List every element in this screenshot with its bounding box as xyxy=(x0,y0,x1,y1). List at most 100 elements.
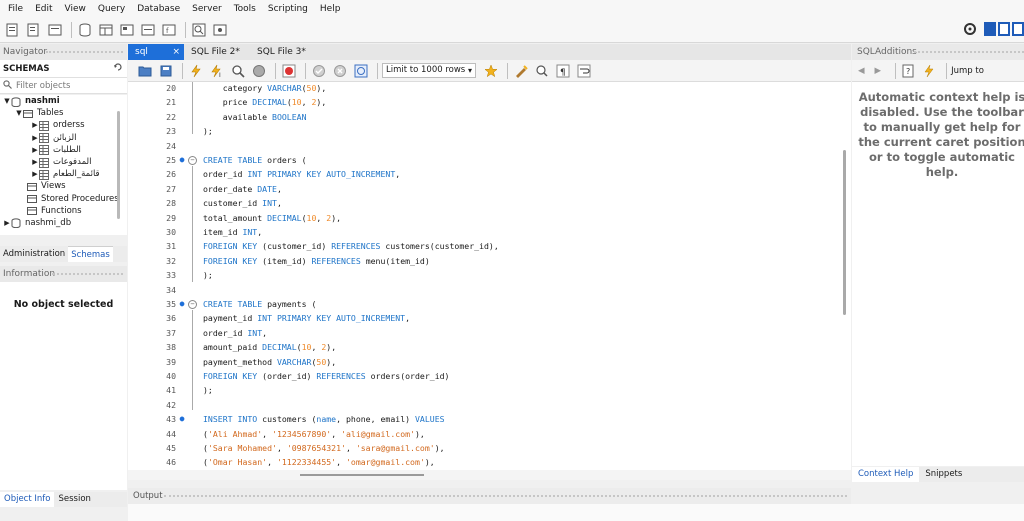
fold-toggle-icon[interactable]: − xyxy=(188,299,197,309)
menu-database[interactable]: Database xyxy=(131,0,186,18)
collapse-arrow-icon[interactable]: ▶ xyxy=(31,146,39,154)
tab-sql-file-2[interactable]: SQL File 2* xyxy=(184,44,250,60)
tab-snippets[interactable]: Snippets xyxy=(919,467,968,482)
rollback-icon[interactable] xyxy=(331,62,349,80)
menu-tools[interactable]: Tools xyxy=(228,0,262,18)
toggle-stop-on-error-icon[interactable] xyxy=(280,62,298,80)
code-line: 42 xyxy=(128,398,838,412)
collapse-arrow-icon[interactable]: ▶ xyxy=(31,158,39,166)
manual-help-icon[interactable]: ? xyxy=(900,62,918,80)
jump-to-label[interactable]: Jump to xyxy=(951,66,984,76)
collapse-arrow-icon[interactable]: ▶ xyxy=(3,219,11,227)
toggle-invisible-chars-icon[interactable]: ¶ xyxy=(554,62,572,80)
tab-administration[interactable]: Administration xyxy=(0,246,68,262)
menu-scripting[interactable]: Scripting xyxy=(262,0,314,18)
limit-rows-select[interactable]: Limit to 1000 rows xyxy=(382,63,476,78)
auto-commit-icon[interactable] xyxy=(352,62,370,80)
create-table-icon[interactable] xyxy=(97,21,115,39)
menu-file[interactable]: File xyxy=(2,0,29,18)
fold-toggle-icon[interactable]: − xyxy=(188,155,197,165)
editor-horizontal-scrollbar[interactable] xyxy=(128,470,851,480)
tab-sql[interactable]: sql × xyxy=(128,44,184,60)
code-token: price xyxy=(203,97,253,108)
find-icon[interactable] xyxy=(533,62,551,80)
table-item[interactable]: ▶ المدفوعات xyxy=(0,156,127,168)
sql-editor[interactable]: 20 category VARCHAR(50), 21 price DECIMAL… xyxy=(128,82,851,470)
tab-schemas[interactable]: Schemas xyxy=(68,246,113,262)
output-header[interactable]: Output xyxy=(128,488,851,504)
sql-additions-title: SQLAdditions xyxy=(857,47,917,57)
inspector-icon[interactable] xyxy=(46,21,64,39)
execute-statement-icon[interactable]: I xyxy=(208,62,226,80)
tab-context-help[interactable]: Context Help xyxy=(852,467,920,482)
menu-server[interactable]: Server xyxy=(186,0,228,18)
tab-sql-file-3[interactable]: SQL File 3* xyxy=(250,44,316,60)
table-item[interactable]: ▶ قائمة_الطعام xyxy=(0,168,127,180)
code-text: payment_method VARCHAR(50), xyxy=(203,355,336,369)
line-number: 28 xyxy=(166,198,176,209)
editor-scrollbar[interactable] xyxy=(843,150,846,315)
table-name: قائمة_الطعام xyxy=(53,169,100,180)
toggle-sidebar-icon[interactable] xyxy=(984,22,996,36)
stop-icon[interactable] xyxy=(250,62,268,80)
toggle-secondary-sidebar-icon[interactable] xyxy=(1012,22,1024,36)
code-token: INT xyxy=(247,327,263,338)
beautify-icon[interactable] xyxy=(512,62,530,80)
reconnect-icon[interactable] xyxy=(211,21,229,39)
add-snippet-icon[interactable] xyxy=(482,62,500,80)
navigator-scrollbar[interactable] xyxy=(117,111,120,219)
menu-help[interactable]: Help xyxy=(314,0,347,18)
refresh-schemas-icon[interactable] xyxy=(113,62,123,75)
save-icon[interactable] xyxy=(157,62,175,80)
table-name: orderss xyxy=(53,120,85,131)
execute-icon[interactable] xyxy=(187,62,205,80)
schema-nashmi-db[interactable]: ▶ nashmi_db xyxy=(0,217,127,229)
table-item[interactable]: ▶ orderss xyxy=(0,119,127,131)
commit-icon[interactable] xyxy=(310,62,328,80)
functions-folder[interactable]: Functions xyxy=(0,205,127,217)
views-folder[interactable]: Views xyxy=(0,180,127,192)
code-line: 36 payment_id INT PRIMARY KEY AUTO_INCREM… xyxy=(128,311,838,325)
collapse-arrow-icon[interactable]: ▶ xyxy=(31,134,39,142)
code-token: CREATE TABLE xyxy=(203,299,263,309)
auto-help-icon[interactable] xyxy=(921,62,939,80)
create-schema-icon[interactable] xyxy=(76,21,94,39)
toggle-output-icon[interactable] xyxy=(998,22,1010,36)
back-arrow-icon[interactable]: ◀ xyxy=(858,66,865,76)
line-number: 26 xyxy=(166,169,176,180)
expand-arrow-icon[interactable]: ▼ xyxy=(15,109,23,117)
create-procedure-icon[interactable] xyxy=(139,21,157,39)
procedures-folder[interactable]: Stored Procedures xyxy=(0,193,127,205)
open-file-icon[interactable] xyxy=(136,62,154,80)
menu-edit[interactable]: Edit xyxy=(29,0,58,18)
menu-query[interactable]: Query xyxy=(92,0,131,18)
new-sql-tab-icon[interactable] xyxy=(4,21,22,39)
tables-folder[interactable]: ▼ Tables xyxy=(0,107,127,119)
code-text: ); xyxy=(203,268,213,282)
forward-arrow-icon[interactable]: ▶ xyxy=(875,66,882,76)
tab-object-info[interactable]: Object Info xyxy=(0,492,55,507)
collapse-arrow-icon[interactable]: ▶ xyxy=(31,170,39,178)
schema-nashmi[interactable]: ▼ nashmi xyxy=(0,95,127,107)
settings-icon[interactable] xyxy=(961,20,979,38)
toolbar-separator xyxy=(507,62,508,79)
collapse-arrow-icon[interactable]: ▶ xyxy=(31,121,39,129)
line-number: 22 xyxy=(166,111,176,122)
code-token: , xyxy=(336,457,346,468)
table-item[interactable]: ▶ الطلبات xyxy=(0,144,127,156)
code-line: 37 order_id INT, xyxy=(128,326,838,340)
expand-arrow-icon[interactable]: ▼ xyxy=(3,97,11,105)
search-table-data-icon[interactable] xyxy=(190,21,208,39)
create-function-icon[interactable]: f xyxy=(160,21,178,39)
explain-icon[interactable] xyxy=(229,62,247,80)
table-item[interactable]: ▶ الزبائن xyxy=(0,132,127,144)
open-sql-script-icon[interactable] xyxy=(25,21,43,39)
create-view-icon[interactable] xyxy=(118,21,136,39)
filter-objects-input[interactable]: Filter objects xyxy=(0,77,127,94)
tab-session[interactable]: Session xyxy=(54,492,94,507)
toggle-wrap-icon[interactable] xyxy=(575,62,593,80)
code-token: FOREIGN KEY xyxy=(203,371,258,381)
scroll-thumb[interactable] xyxy=(300,474,424,476)
close-icon[interactable]: × xyxy=(172,44,180,60)
menu-view[interactable]: View xyxy=(59,0,92,18)
